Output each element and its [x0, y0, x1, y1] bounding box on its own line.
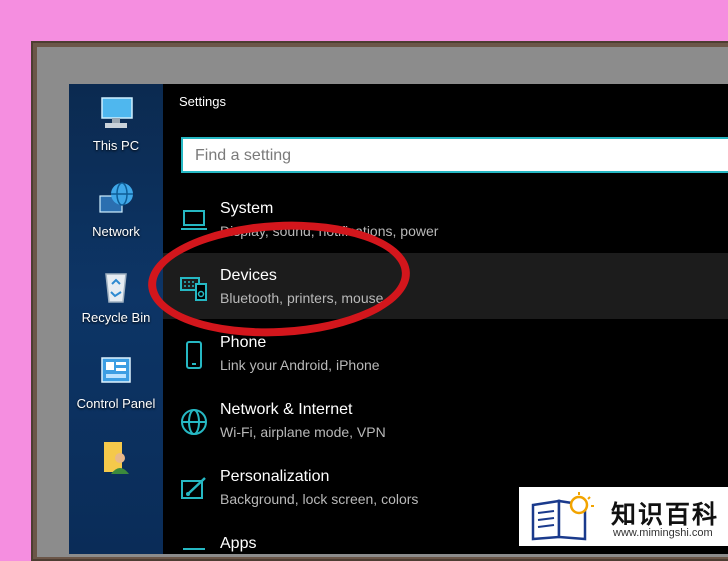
desktop-strip: This PC Network Recycle Bin Control Pane…: [69, 84, 163, 554]
category-title: System: [220, 200, 274, 217]
window-title: Settings: [179, 94, 226, 109]
watermark: 知识百科 www.mimingshi.com: [519, 487, 728, 546]
desktop-icon-network[interactable]: Network: [69, 180, 163, 239]
category-title: Personalization: [220, 468, 330, 485]
network-globe-icon: [96, 180, 136, 220]
category-network[interactable]: Network & Internet Wi-Fi, airplane mode,…: [163, 387, 728, 453]
globe-icon: [179, 407, 209, 437]
control-panel-icon: [96, 352, 136, 392]
user-folder-icon: [96, 438, 136, 478]
desktop-icon-control-panel[interactable]: Control Panel: [69, 352, 163, 411]
desktop-icon-this-pc[interactable]: This PC: [69, 94, 163, 153]
laptop-icon: [179, 206, 209, 236]
search-input[interactable]: Find a setting: [181, 137, 728, 173]
category-subtitle: Link your Android, iPhone: [220, 357, 380, 373]
category-title: Apps: [220, 535, 257, 552]
search-placeholder: Find a setting: [195, 147, 292, 164]
screen: This PC Network Recycle Bin Control Pane…: [69, 84, 728, 554]
desktop-icon-label: This PC: [92, 138, 140, 153]
category-subtitle: Background, lock screen, colors: [220, 491, 419, 507]
book-bulb-icon: [531, 492, 594, 541]
desktop-icon-user-folder[interactable]: [69, 438, 163, 482]
desktop-icon-label: Recycle Bin: [81, 310, 151, 325]
recycle-bin-icon: [96, 266, 136, 306]
category-title: Network & Internet: [220, 401, 353, 418]
watermark-text: 知识百科: [611, 501, 720, 529]
desktop-icon-label: Network: [92, 224, 140, 239]
computer-icon: [96, 94, 136, 134]
desktop-icon-label: Control Panel: [76, 396, 156, 411]
paint-brush-icon: [179, 474, 209, 504]
category-subtitle: Wi-Fi, airplane mode, VPN: [220, 424, 386, 440]
watermark-url: www.mimingshi.com: [613, 527, 713, 539]
apps-icon: [179, 541, 209, 554]
phone-icon: [179, 340, 209, 370]
category-title: Phone: [220, 334, 267, 351]
